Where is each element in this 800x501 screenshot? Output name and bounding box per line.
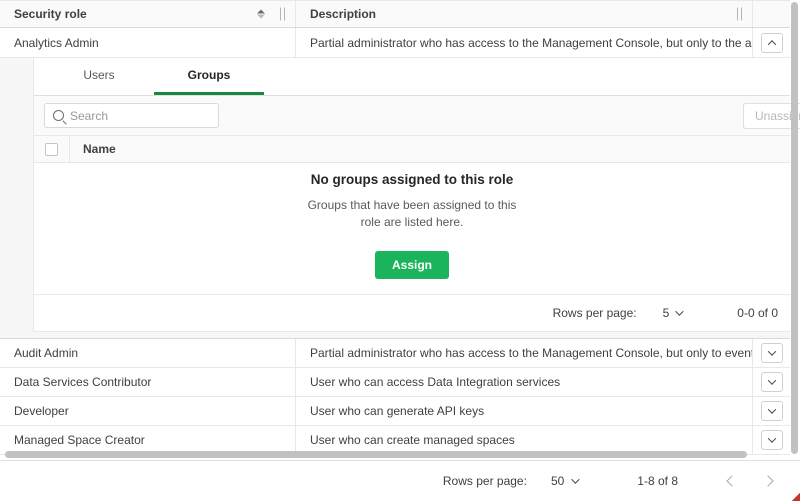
- cell-description: Partial administrator who has access to …: [295, 28, 752, 57]
- table-row[interactable]: Developer User who can generate API keys: [0, 397, 790, 426]
- assign-button[interactable]: Assign: [375, 251, 449, 279]
- detail-tabs: Users Groups: [34, 58, 790, 96]
- tab-groups-label: Groups: [188, 68, 231, 82]
- cell-description: User who can create managed spaces: [295, 426, 752, 454]
- chevron-down-icon: [767, 376, 775, 384]
- cell-actions: [752, 339, 790, 367]
- column-resize-handle-description[interactable]: [737, 8, 742, 21]
- groups-rows-per-page-label: Rows per page:: [553, 306, 637, 320]
- chevron-down-icon: [571, 475, 579, 483]
- cell-description: Partial administrator who has access to …: [295, 339, 752, 367]
- column-resize-handle-security-role[interactable]: [280, 8, 285, 21]
- select-all-checkbox[interactable]: [45, 143, 58, 156]
- search-icon: [53, 110, 64, 121]
- tab-groups[interactable]: Groups: [154, 58, 264, 95]
- chevron-down-icon: [767, 347, 775, 355]
- detail-toolbar: Unassign: [34, 96, 790, 136]
- table-header-row: Security role Description: [0, 0, 790, 28]
- cell-security-role: Audit Admin: [0, 339, 295, 367]
- expand-row-button[interactable]: [761, 401, 783, 421]
- cell-actions: [752, 397, 790, 425]
- expand-row-button[interactable]: [761, 343, 783, 363]
- table-row[interactable]: Analytics Admin Partial administrator wh…: [0, 28, 790, 58]
- cell-security-role: Managed Space Creator: [0, 426, 295, 454]
- cell-actions: [752, 368, 790, 396]
- cell-actions: [752, 28, 790, 57]
- cell-description: User who can generate API keys: [295, 397, 752, 425]
- chevron-down-icon: [675, 307, 683, 315]
- empty-state: No groups assigned to this role Groups t…: [34, 163, 790, 294]
- table-pagination-bar: Rows per page: 50 1-8 of 8: [0, 460, 800, 501]
- cell-security-role: Data Services Contributor: [0, 368, 295, 396]
- collapse-row-button[interactable]: [761, 33, 783, 53]
- sort-icon[interactable]: [257, 10, 265, 19]
- column-header-security-role-label: Security role: [14, 7, 87, 21]
- vertical-scrollbar-thumb[interactable]: [791, 2, 798, 454]
- tab-users[interactable]: Users: [44, 58, 154, 95]
- expand-row-button[interactable]: [761, 372, 783, 392]
- chevron-up-icon: [767, 40, 775, 48]
- search-input[interactable]: [70, 109, 200, 123]
- chevron-down-icon: [767, 434, 775, 442]
- chevron-down-icon: [767, 405, 775, 413]
- search-box[interactable]: [44, 103, 219, 128]
- next-page-button[interactable]: [756, 469, 780, 493]
- previous-page-button[interactable]: [720, 469, 744, 493]
- rows-per-page-select[interactable]: 50: [551, 474, 577, 488]
- empty-state-title: No groups assigned to this role: [311, 172, 514, 187]
- rows-per-page-label: Rows per page:: [443, 474, 527, 488]
- cell-security-role: Developer: [0, 397, 295, 425]
- role-detail-panel: Users Groups Unassign: [33, 58, 790, 332]
- rows-per-page-value: 50: [551, 474, 564, 488]
- table-row[interactable]: Data Services Contributor User who can a…: [0, 368, 790, 397]
- chevron-right-icon: [762, 475, 773, 486]
- groups-rows-per-page-value: 5: [663, 306, 670, 320]
- cell-security-role: Analytics Admin: [0, 28, 295, 57]
- cell-description: User who can access Data Integration ser…: [295, 368, 752, 396]
- pagination-range-label: 1-8 of 8: [637, 474, 678, 488]
- column-header-description-label: Description: [310, 7, 376, 21]
- expanded-detail-region: Users Groups Unassign: [0, 58, 790, 339]
- groups-pagination: Rows per page: 5 0-0 of 0: [34, 294, 790, 331]
- horizontal-scrollbar-thumb[interactable]: [5, 451, 747, 458]
- table-row[interactable]: Audit Admin Partial administrator who ha…: [0, 339, 790, 368]
- groups-table-header: Name: [34, 136, 790, 163]
- horizontal-scrollbar[interactable]: [5, 451, 783, 458]
- column-header-name: Name: [70, 142, 116, 156]
- select-all-header-cell: [34, 136, 70, 163]
- cell-actions: [752, 426, 790, 454]
- column-header-actions: [752, 1, 790, 27]
- groups-rows-per-page-select[interactable]: 5: [663, 306, 682, 320]
- chevron-left-icon: [726, 475, 737, 486]
- security-roles-table: Security role Description Analytics Admi…: [0, 0, 790, 455]
- vertical-scrollbar[interactable]: [791, 2, 798, 454]
- corner-marker: [792, 493, 800, 501]
- column-header-security-role[interactable]: Security role: [0, 1, 295, 27]
- tab-users-label: Users: [83, 68, 114, 82]
- security-roles-page: Security role Description Analytics Admi…: [0, 0, 800, 501]
- expand-row-button[interactable]: [761, 430, 783, 450]
- column-header-description[interactable]: Description: [295, 1, 752, 27]
- groups-range-label: 0-0 of 0: [737, 306, 778, 320]
- empty-state-subtitle: Groups that have been assigned to this r…: [307, 197, 517, 231]
